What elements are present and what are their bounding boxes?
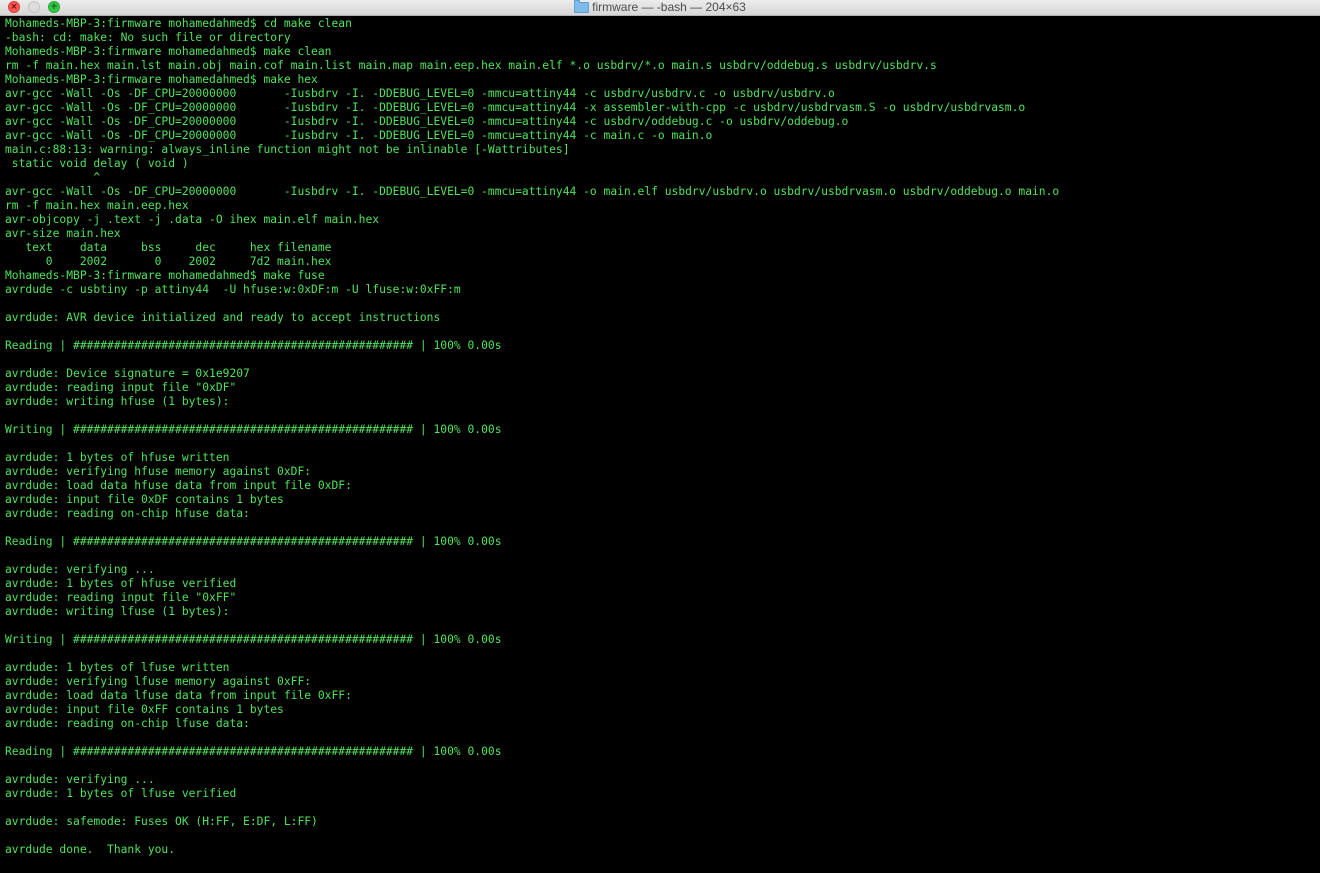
terminal-line: rm -f main.hex main.lst main.obj main.co…	[5, 59, 937, 72]
terminal-line: avrdude: input file 0xDF contains 1 byte…	[5, 493, 284, 506]
terminal-line: avrdude: verifying hfuse memory against …	[5, 465, 312, 478]
terminal-line: Writing | ##############################…	[5, 633, 502, 646]
terminal-line: avr-gcc -Wall -Os -DF_CPU=20000000 -Iusb…	[5, 115, 849, 128]
terminal-line: Reading | ##############################…	[5, 339, 502, 352]
terminal-output[interactable]: Mohameds-MBP-3:firmware mohamedahmed$ cd…	[5, 17, 1315, 871]
terminal-line: avrdude: 1 bytes of hfuse verified	[5, 577, 237, 590]
terminal-line: avr-gcc -Wall -Os -DF_CPU=20000000 -Iusb…	[5, 129, 713, 142]
terminal-line: ^	[5, 171, 101, 184]
terminal-line: avrdude: writing hfuse (1 bytes):	[5, 395, 230, 408]
terminal-line: avr-objcopy -j .text -j .data -O ihex ma…	[5, 213, 380, 226]
terminal-line: avrdude: load data lfuse data from input…	[5, 689, 352, 702]
scrollbar[interactable]	[1312, 17, 1320, 873]
terminal-line: Mohameds-MBP-3:firmware mohamedahmed$ cd…	[5, 17, 352, 30]
terminal-line: avr-gcc -Wall -Os -DF_CPU=20000000 -Iusb…	[5, 87, 835, 100]
terminal-line: avrdude -c usbtiny -p attiny44 -U hfuse:…	[5, 283, 461, 296]
title-bar[interactable]: × + firmware — -bash — 204×63	[0, 0, 1320, 16]
terminal-line: avr-gcc -Wall -Os -DF_CPU=20000000 -Iusb…	[5, 101, 1026, 114]
terminal-line: avrdude: writing lfuse (1 bytes):	[5, 605, 230, 618]
terminal-line: Mohameds-MBP-3:firmware mohamedahmed$ ma…	[5, 269, 325, 282]
terminal-line: avrdude: reading input file "0xDF"	[5, 381, 237, 394]
terminal-line: avr-gcc -Wall -Os -DF_CPU=20000000 -Iusb…	[5, 185, 1060, 198]
terminal-line: Writing | ##############################…	[5, 423, 502, 436]
terminal-line: avrdude: AVR device initialized and read…	[5, 311, 441, 324]
terminal-line: avrdude: verifying lfuse memory against …	[5, 675, 312, 688]
terminal-line: Reading | ##############################…	[5, 745, 502, 758]
terminal-line: avrdude: verifying ...	[5, 563, 155, 576]
terminal-line: avrdude: input file 0xFF contains 1 byte…	[5, 703, 284, 716]
terminal-line: avrdude: safemode: Fuses OK (H:FF, E:DF,…	[5, 815, 318, 828]
terminal-line: Mohameds-MBP-3:firmware mohamedahmed$ ma…	[5, 45, 332, 58]
terminal-line: avrdude: reading on-chip lfuse data:	[5, 717, 250, 730]
folder-icon	[574, 0, 590, 13]
window-title: firmware — -bash — 204×63	[0, 0, 1320, 15]
terminal-line: avrdude: Device signature = 0x1e9207	[5, 367, 250, 380]
terminal-line: avrdude: 1 bytes of lfuse written	[5, 661, 230, 674]
terminal-window: × + firmware — -bash — 204×63 Mohameds-M…	[0, 0, 1320, 873]
terminal-line: avrdude: verifying ...	[5, 773, 155, 786]
terminal-line: rm -f main.hex main.eep.hex	[5, 199, 189, 212]
window-title-text: firmware — -bash — 204×63	[592, 0, 746, 14]
terminal-line: avrdude: reading on-chip hfuse data:	[5, 507, 250, 520]
terminal-line: 0 2002 0 2002 7d2 main.hex	[5, 255, 332, 268]
terminal-line: avrdude done. Thank you.	[5, 843, 176, 856]
terminal-line: -bash: cd: make: No such file or directo…	[5, 31, 291, 44]
terminal-line: Mohameds-MBP-3:firmware mohamedahmed$ ma…	[5, 73, 318, 86]
terminal-line: static void delay ( void )	[5, 157, 189, 170]
terminal-line: Reading | ##############################…	[5, 535, 502, 548]
terminal-line: main.c:88:13: warning: always_inline fun…	[5, 143, 570, 156]
terminal-line: avrdude: load data hfuse data from input…	[5, 479, 352, 492]
terminal-line: text data bss dec hex filename	[5, 241, 332, 254]
terminal-line: avrdude: 1 bytes of hfuse written	[5, 451, 230, 464]
terminal-line: avrdude: 1 bytes of lfuse verified	[5, 787, 237, 800]
terminal-line: avrdude: reading input file "0xFF"	[5, 591, 237, 604]
terminal-line: avr-size main.hex	[5, 227, 121, 240]
